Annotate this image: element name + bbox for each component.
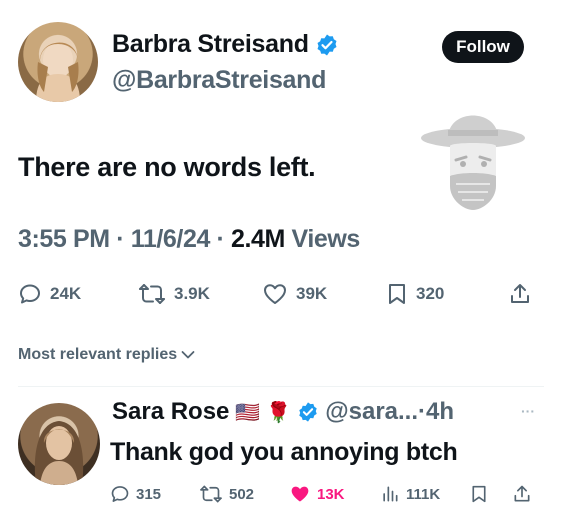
replies-sort-dropdown[interactable]: Most relevant replies — [18, 346, 195, 364]
reply-text: Thank god you annoying btch — [110, 438, 458, 466]
repost-icon — [139, 284, 165, 304]
views-label: Views — [291, 225, 361, 253]
author-name-text: Barbra Streisand — [112, 30, 309, 58]
bookmark-count: 320 — [416, 284, 445, 303]
views-count: 2.4M — [230, 225, 285, 253]
like-action[interactable]: 39K — [262, 282, 327, 306]
reply-time-separator: · — [418, 398, 427, 425]
analytics-icon — [383, 486, 398, 502]
follow-button[interactable]: Follow — [442, 31, 524, 63]
bookmark-icon — [389, 284, 405, 304]
reply-reply-action[interactable]: 315 — [110, 484, 161, 504]
heart-icon — [264, 284, 286, 304]
reply-author-handle[interactable]: @sara... — [325, 398, 418, 426]
reply-like-count: 13K — [317, 485, 345, 503]
verified-badge-icon — [317, 34, 337, 55]
reply-author-name[interactable]: Sara Rose — [112, 398, 229, 426]
like-count: 39K — [296, 284, 328, 303]
repost-icon — [200, 485, 222, 503]
tweet-date[interactable]: 11/6/24 — [131, 225, 211, 253]
bookmark-action[interactable]: 320 — [386, 282, 444, 306]
reply-avatar-portrait-icon — [34, 421, 84, 485]
bookmark-icon — [472, 485, 486, 503]
reply-count: 24K — [50, 284, 82, 303]
meta-separator: · — [116, 225, 131, 253]
reply-divider — [18, 386, 544, 387]
reply-time[interactable]: 4h — [426, 398, 454, 426]
author-avatar[interactable] — [18, 22, 98, 102]
reply-action[interactable]: 24K — [18, 282, 81, 306]
author-name[interactable]: Barbra Streisand — [112, 30, 339, 59]
rose-emoji: 🌹 — [266, 401, 292, 424]
us-flag-emoji: 🇺🇸 — [235, 401, 261, 424]
chevron-down-icon — [181, 351, 195, 359]
author-handle[interactable]: @BarbraStreisand — [112, 66, 326, 95]
reply-more-button[interactable]: ··· — [521, 403, 535, 419]
reply-like-action[interactable]: 13K — [289, 484, 345, 504]
repost-count: 3.9K — [174, 284, 210, 303]
reply-views-action[interactable]: 111K — [380, 484, 440, 504]
heart-filled-icon — [291, 486, 309, 502]
meta-separator: · — [216, 225, 231, 253]
reply-reply-count: 315 — [136, 485, 162, 503]
reply-verified-badge-icon — [299, 402, 317, 422]
reply-repost-count: 502 — [229, 485, 255, 503]
repost-action[interactable]: 3.9K — [138, 282, 210, 306]
reply-author-avatar[interactable] — [18, 403, 100, 485]
share-action[interactable] — [508, 282, 532, 306]
reply-bookmark-action[interactable] — [470, 484, 488, 504]
replies-sort-label: Most relevant replies — [18, 346, 178, 363]
share-icon — [511, 284, 529, 303]
reply-header: Sara Rose 🇺🇸 🌹 @sara... · 4h — [112, 398, 454, 426]
tweet-time[interactable]: 3:55 PM — [18, 225, 110, 253]
reply-repost-action[interactable]: 502 — [199, 484, 254, 504]
reply-share-action[interactable] — [512, 484, 532, 504]
avatar-portrait-icon — [36, 42, 80, 102]
tweet-meta: 3:55 PM · 11/6/24 · 2.4M Views — [18, 225, 360, 254]
reply-icon — [111, 486, 129, 502]
reply-views-count: 111K — [406, 485, 441, 503]
share-icon — [514, 485, 530, 502]
watermark-masked-figure-icon — [421, 115, 525, 210]
reply-icon — [20, 284, 40, 304]
tweet-text: There are no words left. — [18, 152, 316, 182]
